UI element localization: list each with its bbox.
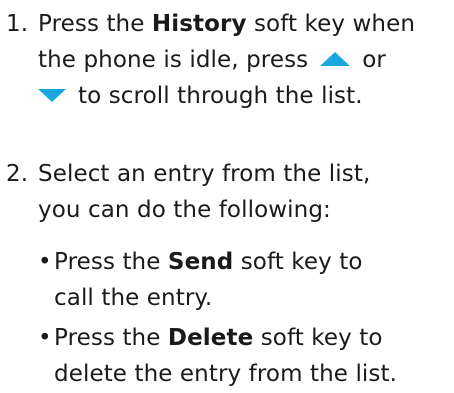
bullet-dot: • (38, 325, 52, 351)
step-1-line-1: Press the History soft key when (38, 6, 415, 42)
delete-softkey-label: Delete (167, 325, 254, 351)
text-run: the phone is idle, press (38, 47, 309, 73)
bullet-send: • Press the Send soft key to call the en… (38, 244, 363, 316)
bullet-delete-line-1: Press the Delete soft key to (54, 320, 397, 356)
step-1-line-2: the phone is idle, press or (38, 42, 415, 78)
step-number: 1. (6, 11, 29, 37)
up-arrow-icon (320, 51, 351, 66)
step-2-line-2: you can do the following: (38, 197, 331, 223)
step-number: 2. (6, 161, 29, 187)
bullet-send-line-2: call the entry. (54, 285, 213, 311)
history-softkey-label: History (151, 11, 247, 37)
text-run: soft key to (253, 325, 383, 351)
step-1-body: Press the History soft key when the phon… (38, 6, 415, 114)
text-run: soft key to (233, 249, 363, 275)
text-run: to scroll through the list. (78, 83, 363, 109)
send-softkey-label: Send (167, 249, 234, 275)
text-run: Press the (38, 11, 152, 37)
text-run: soft key when (246, 11, 416, 37)
bullet-send-line-1: Press the Send soft key to (54, 244, 363, 280)
bullet-delete-line-2: delete the entry from the list. (54, 361, 398, 387)
text-run: or (362, 47, 386, 73)
text-run: Press the (54, 325, 168, 351)
bullet-delete: • Press the Delete soft key to delete th… (38, 320, 398, 392)
down-arrow-icon (38, 89, 66, 102)
step-1-line-3: to scroll through the list. (38, 78, 415, 114)
bullet-dot: • (38, 249, 52, 275)
text-run: Press the (54, 249, 168, 275)
step-2-body: Select an entry from the list, you can d… (38, 156, 370, 228)
instruction-document: 1. Press the History soft key when the p… (0, 0, 454, 393)
step-2-line-1: Select an entry from the list, (38, 161, 371, 187)
